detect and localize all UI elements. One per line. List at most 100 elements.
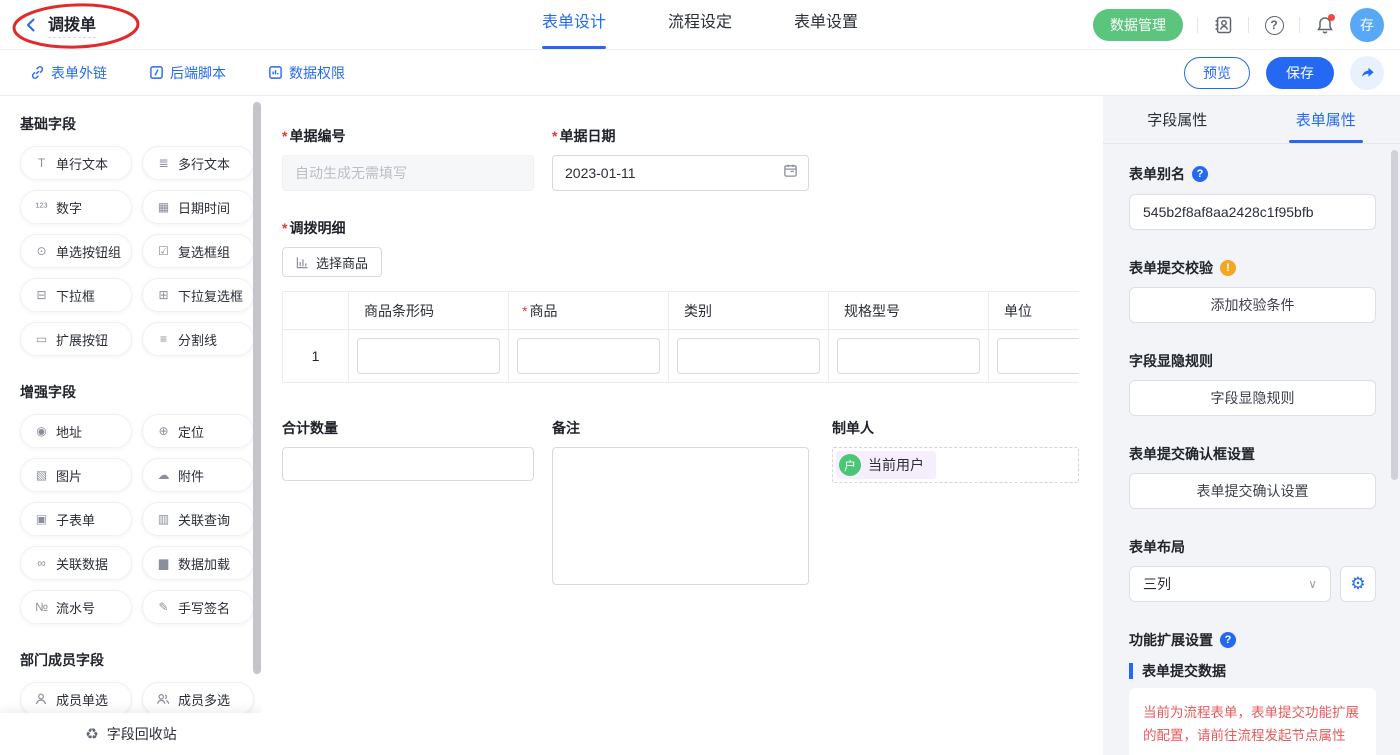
save-button[interactable]: 保存 bbox=[1266, 57, 1334, 89]
section-title-member: 部门成员字段 bbox=[20, 650, 244, 670]
image-icon: ▧ bbox=[34, 468, 49, 482]
user-avatar[interactable]: 存 bbox=[1350, 8, 1384, 42]
form-alias-input[interactable] bbox=[1129, 194, 1376, 230]
doc-number-label: 单据编号 bbox=[289, 128, 345, 144]
location-icon: ⊕ bbox=[156, 424, 171, 438]
contacts-icon[interactable] bbox=[1212, 14, 1234, 36]
category-cell-input[interactable] bbox=[677, 338, 820, 374]
extension-help-icon[interactable]: ? bbox=[1220, 632, 1236, 648]
form-toolbar: 表单外链 后端脚本 数据权限 预览 保存 bbox=[0, 50, 1400, 96]
field-checkbox-group[interactable]: ☑复选框组 bbox=[142, 234, 254, 268]
field-multi-line-text[interactable]: ≣多行文本 bbox=[142, 146, 254, 180]
field-datetime[interactable]: ▦日期时间 bbox=[142, 190, 254, 224]
total-qty-input[interactable] bbox=[282, 447, 534, 481]
properties-panel: 字段属性 表单属性 表单别名 ? 表单提交校验 ! 添加校验条件 字段显隐规则 … bbox=[1103, 96, 1400, 755]
app-header: 调拨单 表单设计 流程设定 表单设置 数据管理 ? bbox=[0, 0, 1400, 50]
multi-select-icon: ⊞ bbox=[156, 288, 171, 302]
tab-form-design[interactable]: 表单设计 bbox=[542, 0, 606, 50]
field-multi-select[interactable]: ⊞下拉复选框 bbox=[142, 278, 254, 312]
confirm-box-label: 表单提交确认框设置 bbox=[1129, 444, 1376, 464]
preview-button[interactable]: 预览 bbox=[1184, 57, 1250, 89]
field-data-load[interactable]: ▆数据加载 bbox=[142, 546, 254, 580]
field-location[interactable]: ⊕定位 bbox=[142, 414, 254, 448]
add-validation-button[interactable]: 添加校验条件 bbox=[1129, 287, 1376, 323]
chevron-down-icon: ∨ bbox=[1308, 577, 1317, 591]
col-spec: 规格型号 bbox=[829, 292, 989, 330]
data-load-icon: ▆ bbox=[156, 556, 171, 570]
barcode-cell-input[interactable] bbox=[357, 338, 500, 374]
field-divider[interactable]: ≡分割线 bbox=[142, 322, 254, 356]
header-tabs: 表单设计 流程设定 表单设置 bbox=[542, 0, 858, 50]
unit-cell-input[interactable] bbox=[997, 338, 1079, 374]
field-total-qty[interactable]: 合计数量 bbox=[282, 418, 534, 481]
doc-date-input[interactable] bbox=[552, 155, 809, 191]
field-doc-date[interactable]: *单据日期 bbox=[552, 126, 809, 191]
field-subform[interactable]: ▣子表单 bbox=[20, 502, 132, 536]
field-related-query[interactable]: ▥关联查询 bbox=[142, 502, 254, 536]
script-icon bbox=[149, 65, 164, 80]
validation-warn-icon[interactable]: ! bbox=[1220, 260, 1236, 276]
form-canvas[interactable]: *单据编号 *单据日期 *调拨明细 选择商品 bbox=[262, 96, 1103, 755]
detail-table-header: 商品条形码 *商品 类别 规格型号 单位 bbox=[283, 292, 1080, 330]
related-data-icon: ∞ bbox=[34, 556, 49, 570]
data-permission-link[interactable]: 数据权限 bbox=[268, 63, 345, 83]
gear-icon: ⚙ bbox=[1350, 574, 1365, 594]
divider bbox=[1197, 17, 1198, 33]
field-member-multi[interactable]: 成员多选 bbox=[142, 682, 254, 716]
total-qty-label: 合计数量 bbox=[282, 420, 338, 436]
form-layout-label: 表单布局 bbox=[1129, 537, 1376, 557]
spec-cell-input[interactable] bbox=[837, 338, 980, 374]
serial-number-icon: № bbox=[34, 600, 49, 614]
field-doc-number[interactable]: *单据编号 bbox=[282, 126, 534, 191]
calendar-icon[interactable] bbox=[783, 163, 798, 178]
confirm-box-button[interactable]: 表单提交确认设置 bbox=[1129, 473, 1376, 509]
notification-bell-icon[interactable] bbox=[1314, 14, 1336, 36]
select-product-icon bbox=[296, 256, 309, 269]
field-number[interactable]: ¹²³数字 bbox=[20, 190, 132, 224]
select-product-button[interactable]: 选择商品 bbox=[282, 247, 382, 277]
current-user-tag[interactable]: 户 当前用户 bbox=[836, 451, 936, 479]
tab-form-properties[interactable]: 表单属性 bbox=[1252, 96, 1400, 143]
back-icon[interactable] bbox=[22, 16, 40, 34]
remark-textarea[interactable] bbox=[552, 447, 809, 585]
data-manage-button[interactable]: 数据管理 bbox=[1093, 9, 1183, 41]
layout-select[interactable]: 三列 ∨ bbox=[1129, 566, 1331, 602]
field-member-single[interactable]: 成员单选 bbox=[20, 682, 132, 716]
help-icon[interactable]: ? bbox=[1263, 14, 1285, 36]
sidebar-scrollbar[interactable] bbox=[253, 102, 261, 674]
panel-scrollbar[interactable] bbox=[1391, 150, 1398, 480]
tab-field-properties[interactable]: 字段属性 bbox=[1103, 96, 1252, 143]
tab-form-setting[interactable]: 表单设置 bbox=[794, 0, 858, 50]
field-attachment[interactable]: ☁附件 bbox=[142, 458, 254, 492]
detail-label: 调拨明细 bbox=[289, 220, 345, 236]
layout-gear-button[interactable]: ⚙ bbox=[1340, 566, 1376, 602]
field-detail-subform[interactable]: *调拨明细 选择商品 商品条形码 *商品 类别 规格型号 单位 bbox=[282, 218, 1092, 383]
field-remark[interactable]: 备注 bbox=[552, 418, 809, 590]
field-address[interactable]: ◉地址 bbox=[20, 414, 132, 448]
field-extend-button[interactable]: ▭扩展按钮 bbox=[20, 322, 132, 356]
link-icon bbox=[30, 65, 45, 80]
form-external-link[interactable]: 表单外链 bbox=[30, 63, 107, 83]
maker-label: 制单人 bbox=[832, 420, 874, 436]
field-serial-number[interactable]: №流水号 bbox=[20, 590, 132, 624]
field-recycle-bin[interactable]: ♻ 字段回收站 bbox=[0, 713, 262, 755]
alias-help-icon[interactable]: ? bbox=[1192, 166, 1208, 182]
product-cell-input[interactable] bbox=[517, 338, 660, 374]
field-maker[interactable]: 制单人 户 当前用户 bbox=[832, 418, 1079, 483]
subform-icon: ▣ bbox=[34, 512, 49, 526]
user-tag-avatar: 户 bbox=[839, 454, 861, 476]
single-line-text-icon: T bbox=[34, 156, 49, 170]
field-radio-group[interactable]: ⊙单选按钮组 bbox=[20, 234, 132, 268]
share-button[interactable] bbox=[1350, 56, 1384, 90]
field-single-line-text[interactable]: T单行文本 bbox=[20, 146, 132, 180]
toolbar-right: 预览 保存 bbox=[1184, 56, 1384, 90]
field-related-data[interactable]: ∞关联数据 bbox=[20, 546, 132, 580]
field-image[interactable]: ▧图片 bbox=[20, 458, 132, 492]
maker-value-box[interactable]: 户 当前用户 bbox=[832, 447, 1079, 483]
field-select[interactable]: ⊟下拉框 bbox=[20, 278, 132, 312]
visibility-rules-button[interactable]: 字段显隐规则 bbox=[1129, 380, 1376, 416]
field-signature[interactable]: ✎手写签名 bbox=[142, 590, 254, 624]
backend-script-link[interactable]: 后端脚本 bbox=[149, 63, 226, 83]
doc-number-input[interactable] bbox=[282, 155, 534, 191]
tab-flow-setting[interactable]: 流程设定 bbox=[668, 0, 732, 50]
